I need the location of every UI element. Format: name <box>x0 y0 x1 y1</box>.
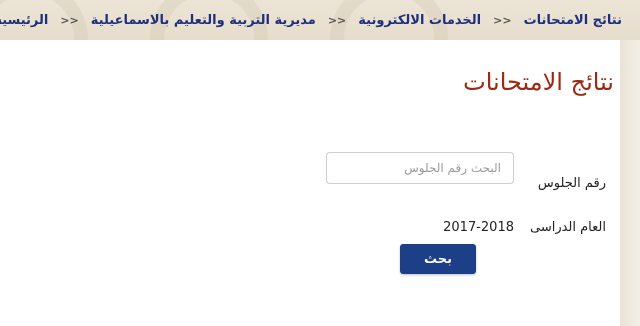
breadcrumb-eservices-link[interactable]: الخدمات الالكترونية <box>358 13 481 28</box>
seat-number-input[interactable] <box>326 152 514 184</box>
academic-year-label: العام الدراسى <box>529 220 606 235</box>
breadcrumb-separator: >> <box>60 13 79 27</box>
breadcrumb-home-link[interactable]: الرئيسية <box>0 13 48 28</box>
breadcrumb-separator: >> <box>493 13 512 27</box>
page-edge <box>620 40 640 326</box>
header-bar: الرئيسية >> مديرية التربية والتعليم بالا… <box>0 0 640 40</box>
academic-year-value: 2017-2018 <box>443 220 514 235</box>
page-title: نتائج الامتحانات <box>463 68 614 96</box>
breadcrumb-directorate-link[interactable]: مديرية التربية والتعليم بالاسماعيلية <box>91 13 316 28</box>
content-panel: نتائج الامتحانات رقم الجلوس العام الدراس… <box>0 40 620 326</box>
breadcrumb: الرئيسية >> مديرية التربية والتعليم بالا… <box>0 0 640 40</box>
search-button[interactable]: بحث <box>400 244 476 274</box>
breadcrumb-exam-results-link[interactable]: نتائج الامتحانات <box>524 13 622 28</box>
breadcrumb-separator: >> <box>327 13 347 27</box>
seat-number-label: رقم الجلوس <box>537 176 606 191</box>
